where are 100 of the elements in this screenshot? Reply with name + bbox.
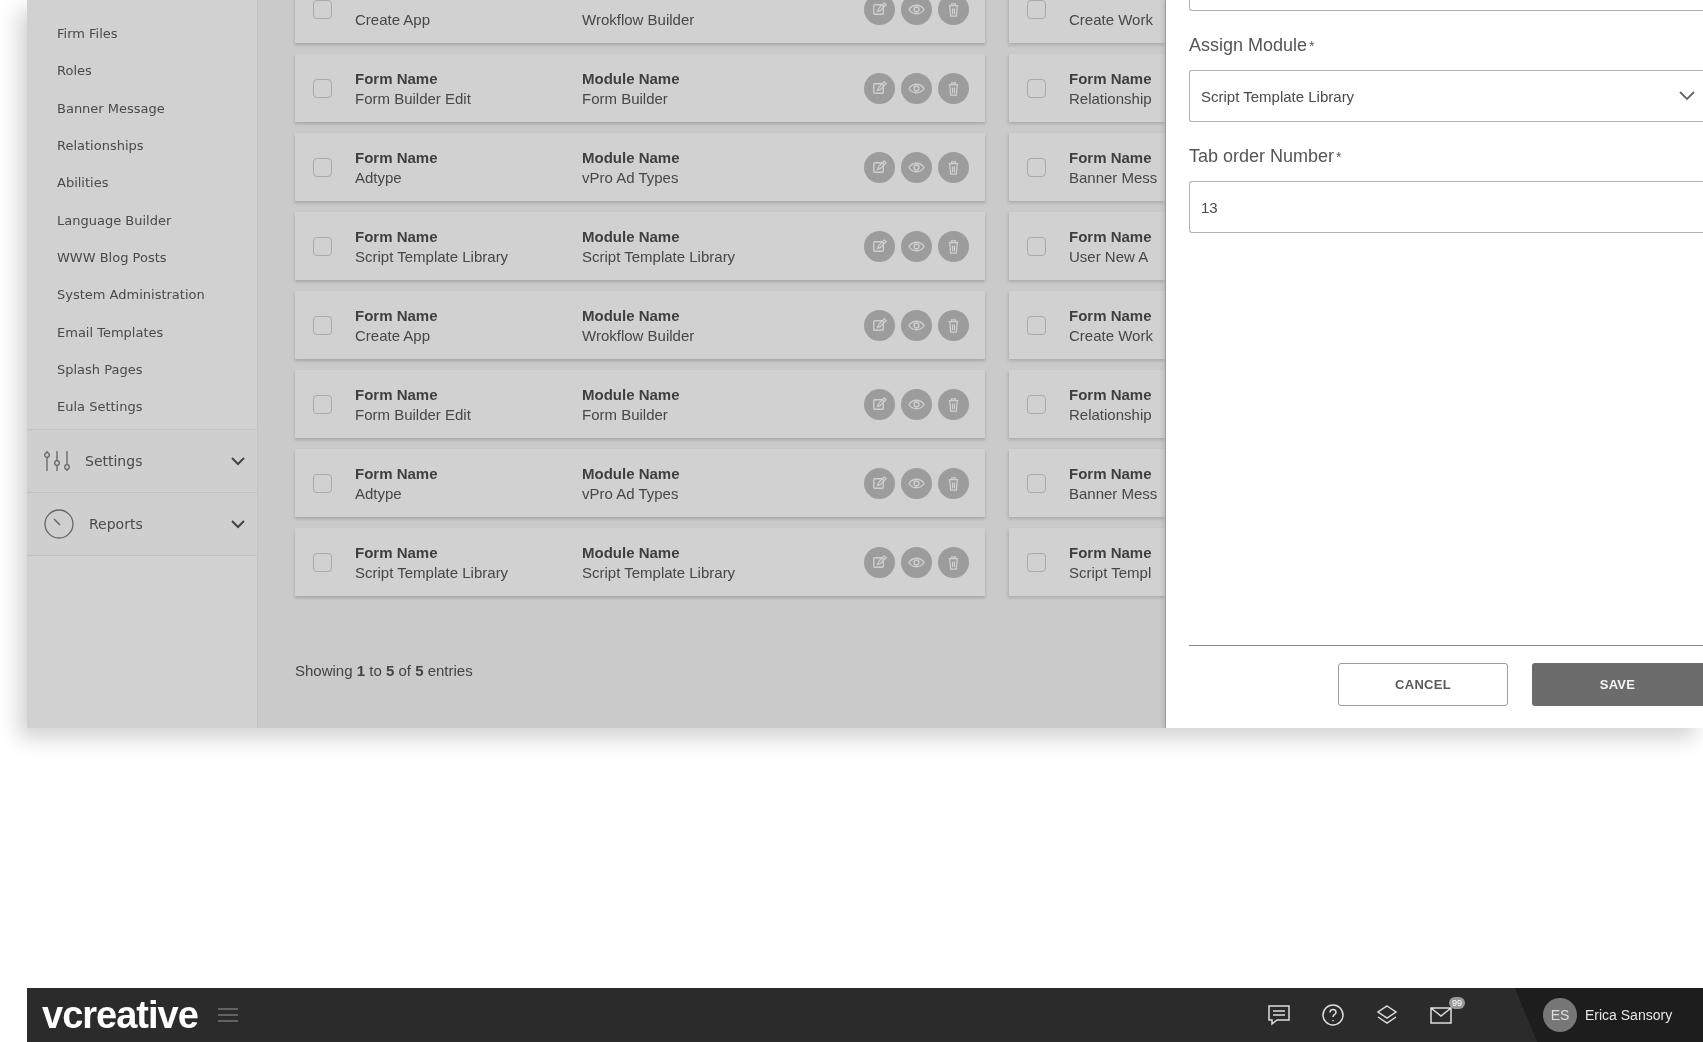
gauge-icon [43, 508, 75, 541]
delete-button[interactable] [938, 151, 969, 183]
field-label: Module Name [582, 543, 681, 561]
sidebar-item[interactable]: Banner Message [27, 89, 257, 127]
field-label: Form Name [355, 306, 439, 324]
edit-button[interactable] [864, 0, 895, 25]
checkbox[interactable] [1027, 157, 1046, 177]
module-name: vPro Ad Types [582, 484, 680, 502]
sidebar-item[interactable]: Language Builder [27, 201, 257, 239]
view-button[interactable] [901, 0, 932, 25]
module-name: Script Template Library [582, 247, 736, 265]
save-button[interactable]: SAVE [1532, 663, 1703, 706]
chevron-down-icon [1679, 91, 1695, 101]
sliders-icon [43, 449, 71, 474]
checkbox[interactable] [313, 552, 332, 572]
edit-button[interactable] [864, 546, 895, 578]
field-label: Form Name [355, 227, 439, 245]
checkbox[interactable] [313, 157, 332, 177]
chevron-down-icon [231, 519, 245, 529]
view-button[interactable] [901, 388, 932, 420]
field-label: Form Name [1069, 227, 1152, 245]
edit-button[interactable] [864, 467, 895, 499]
user-avatar: ES [1543, 998, 1577, 1032]
delete-button[interactable] [938, 467, 969, 499]
form-name: Adtype [355, 168, 403, 186]
sidebar-item[interactable]: Relationships [27, 126, 257, 165]
field-label: Form Name [1069, 306, 1153, 324]
field-label: Tab order Number* [1189, 146, 1343, 167]
view-button[interactable] [901, 151, 932, 183]
form-name: Create App [355, 326, 432, 344]
form-name: Script Template Library [355, 563, 510, 581]
checkbox[interactable] [1027, 78, 1046, 98]
input-field[interactable]: 13 [1189, 181, 1703, 233]
sidebar-item[interactable]: Abilities [27, 164, 257, 202]
checkbox[interactable] [313, 315, 332, 335]
edit-button[interactable] [864, 230, 895, 262]
form-name: Script Templ [1069, 563, 1152, 581]
delete-button[interactable] [938, 309, 969, 341]
view-button[interactable] [901, 309, 932, 341]
layers-icon[interactable] [1375, 1003, 1399, 1027]
chat-icon[interactable] [1267, 1004, 1291, 1026]
sidebar-section[interactable]: Reports [27, 492, 257, 557]
checkbox[interactable] [313, 0, 332, 19]
form-name: Relationship [1069, 89, 1152, 107]
sidebar-item[interactable]: Firm Files [27, 15, 257, 53]
field-label: Form Name [355, 148, 439, 166]
checkbox[interactable] [313, 78, 332, 98]
checkbox[interactable] [1027, 473, 1046, 493]
edit-button[interactable] [864, 72, 895, 104]
field-label: Assign Module* [1189, 35, 1316, 56]
view-button[interactable] [901, 230, 932, 262]
form-name: Form Builder Edit [355, 405, 472, 423]
edit-button[interactable] [864, 388, 895, 420]
form-name: Create Work [1069, 326, 1153, 344]
delete-button[interactable] [938, 546, 969, 578]
menu-icon[interactable] [217, 1007, 238, 1023]
form-name: Banner Mess [1069, 168, 1158, 186]
delete-button[interactable] [938, 230, 969, 262]
user-name: Erica Sansory [1585, 1007, 1673, 1023]
field-label: Form Name [1069, 148, 1153, 166]
checkbox[interactable] [313, 394, 332, 414]
field-label: Module Name [582, 306, 681, 324]
checkbox[interactable] [1027, 394, 1046, 414]
field-label: Module Name [582, 69, 680, 87]
field-label: Form Name [1069, 543, 1152, 561]
module-name: Script Template Library [582, 563, 736, 581]
checkbox[interactable] [1027, 552, 1046, 572]
field-label: Form Name [355, 464, 439, 482]
sidebar-item[interactable]: Roles [27, 52, 257, 90]
form-name: Banner Mess [1069, 484, 1158, 502]
logo[interactable]: vcreative [42, 993, 198, 1037]
sidebar-item[interactable]: Splash Pages [27, 350, 257, 388]
sidebar-item[interactable]: WWW Blog Posts [27, 238, 257, 277]
edit-button[interactable] [864, 309, 895, 341]
form-name: Relationship [1069, 405, 1152, 423]
delete-button[interactable] [938, 72, 969, 104]
help-icon[interactable] [1321, 1003, 1345, 1027]
view-button[interactable] [901, 546, 932, 578]
field-label: Form Name [1069, 464, 1153, 482]
checkbox[interactable] [313, 473, 332, 493]
delete-button[interactable] [938, 0, 969, 25]
chevron-down-icon [231, 456, 245, 466]
checkbox[interactable] [1027, 0, 1046, 19]
view-button[interactable] [901, 72, 932, 104]
view-button[interactable] [901, 467, 932, 499]
edit-button[interactable] [864, 151, 895, 183]
module-name: Form Builder [582, 405, 669, 423]
sidebar-item[interactable]: Eula Settings [27, 387, 257, 426]
checkbox[interactable] [1027, 315, 1046, 335]
checkbox[interactable] [313, 236, 332, 256]
module-name: vPro Ad Types [582, 168, 680, 186]
mail-icon[interactable] [1429, 1005, 1453, 1025]
sidebar-item[interactable]: System Administration [27, 276, 257, 314]
checkbox[interactable] [1027, 236, 1046, 256]
sidebar-item[interactable]: Email Templates [27, 313, 257, 351]
module-dropdown[interactable]: Script Template Library [1189, 70, 1703, 122]
field-label: Form Name [355, 385, 439, 403]
delete-button[interactable] [938, 388, 969, 420]
cancel-button[interactable]: CANCEL [1338, 663, 1508, 706]
form-name: Create Work [1069, 10, 1153, 28]
